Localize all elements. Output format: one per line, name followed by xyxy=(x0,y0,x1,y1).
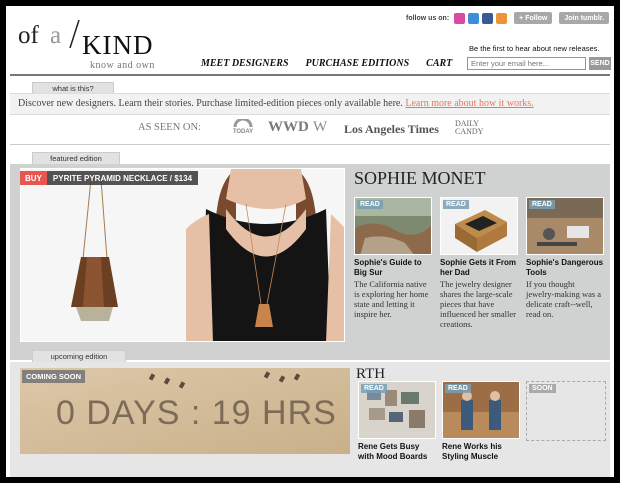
read-badge: READ xyxy=(529,200,555,209)
social-follow-bar: follow us on: + Follow Join tumblr. xyxy=(406,10,610,26)
coming-soon-badge: COMING SOON xyxy=(22,370,86,383)
story-title[interactable]: Sophie's Guide to Big Sur xyxy=(354,258,432,278)
story-thumbnail[interactable]: READ xyxy=(358,381,436,439)
as-seen-on-label: AS SEEN ON: xyxy=(138,122,202,133)
buy-bar[interactable]: BUY PYRITE PYRAMID NECKLACE / $134 xyxy=(20,171,199,185)
facebook-icon[interactable] xyxy=(482,12,494,24)
upcoming-edition-tab: upcoming edition xyxy=(32,350,126,362)
press-today-text: TODAY xyxy=(232,129,254,135)
email-promo-text: Be the first to hear about new releases. xyxy=(469,44,600,53)
main-nav: MEET DESIGNERS PURCHASE EDITIONS CART xyxy=(201,58,452,69)
what-is-this-tab: what is this? xyxy=(32,82,114,93)
intro-text: Discover new designers. Learn their stor… xyxy=(18,98,534,109)
soon-badge: SOON xyxy=(529,384,556,393)
story-card[interactable]: READ Rene Works his Styling Muscle xyxy=(442,381,520,462)
product-title[interactable]: PYRITE PYRAMID NECKLACE / $134 xyxy=(46,171,199,185)
story-title[interactable]: Sophie Gets it From her Dad xyxy=(440,258,518,278)
page: of a KIND know and own follow us on: + F… xyxy=(6,6,614,477)
story-title[interactable]: Rene Gets Busy with Mood Boards xyxy=(358,442,436,462)
read-badge: READ xyxy=(445,384,471,393)
story-card[interactable]: READ Sophie's Guide to Big Sur The Calif… xyxy=(354,197,432,319)
necklace-photo xyxy=(21,169,344,341)
join-tumblr-button[interactable]: Join tumblr. xyxy=(559,12,610,24)
nav-purchase-editions[interactable]: PURCHASE EDITIONS xyxy=(306,58,410,69)
twitter-icon[interactable] xyxy=(468,12,480,24)
logo-of: of xyxy=(18,22,39,49)
press-w-logo[interactable]: W xyxy=(313,119,327,136)
story-thumbnail[interactable]: READ xyxy=(354,197,432,255)
email-field[interactable] xyxy=(467,57,586,70)
logo-a: a xyxy=(50,22,62,49)
logo-kind: KIND xyxy=(82,30,154,60)
logo-slash xyxy=(69,20,80,48)
press-wwd-logo[interactable]: WWD xyxy=(268,119,309,136)
featured-product-image[interactable] xyxy=(20,168,345,342)
peacock-icon xyxy=(233,117,253,128)
press-la-times-logo[interactable]: Los Angeles Times xyxy=(344,122,439,137)
story-thumbnail[interactable]: READ xyxy=(442,381,520,439)
nav-meet-designers[interactable]: MEET DESIGNERS xyxy=(201,58,289,69)
read-badge: READ xyxy=(361,384,387,393)
learn-more-link[interactable]: Learn more about how it works. xyxy=(405,98,533,109)
press-bar xyxy=(10,116,610,145)
press-today-logo[interactable]: TODAY xyxy=(232,117,254,135)
logo-tagline: know and own xyxy=(90,60,155,71)
read-badge: READ xyxy=(357,200,383,209)
featured-edition-tab: featured edition xyxy=(32,152,120,164)
header-divider xyxy=(10,74,610,76)
dribbble-icon[interactable] xyxy=(454,12,466,24)
story-description: The jewelry designer shares the large-sc… xyxy=(440,279,516,329)
featured-designer-name[interactable]: SOPHIE MONET xyxy=(354,168,486,189)
follow-button[interactable]: + Follow xyxy=(514,12,553,24)
send-button[interactable]: SEND xyxy=(589,57,611,70)
story-card[interactable]: READ Rene Gets Busy with Mood Boards xyxy=(358,381,436,462)
read-badge: READ xyxy=(443,200,469,209)
nav-cart[interactable]: CART xyxy=(426,58,452,69)
story-card[interactable]: READ Sophie's Dangerous Tools If you tho… xyxy=(526,197,604,319)
story-title[interactable]: Rene Works his Styling Muscle xyxy=(442,442,520,462)
countdown-timer: 0 DAYS : 19 HRS xyxy=(56,394,337,432)
intro-description: Discover new designers. Learn their stor… xyxy=(18,98,403,109)
story-description: The California native is exploring her h… xyxy=(354,279,429,319)
story-card[interactable]: READ Sophie Gets it From her Dad The jew… xyxy=(440,197,518,329)
follow-label: follow us on: xyxy=(406,14,450,22)
site-logo[interactable]: of a KIND know and own xyxy=(18,20,168,71)
story-title[interactable]: Sophie's Dangerous Tools xyxy=(526,258,604,278)
story-thumbnail[interactable]: READ xyxy=(440,197,518,255)
buy-button[interactable]: BUY xyxy=(20,171,47,185)
press-daily-candy-logo[interactable]: DAILY CANDY xyxy=(455,120,507,136)
story-thumbnail[interactable]: READ xyxy=(526,197,604,255)
rss-icon[interactable] xyxy=(496,12,508,24)
story-description: If you thought jewelry-making was a deli… xyxy=(526,279,602,319)
